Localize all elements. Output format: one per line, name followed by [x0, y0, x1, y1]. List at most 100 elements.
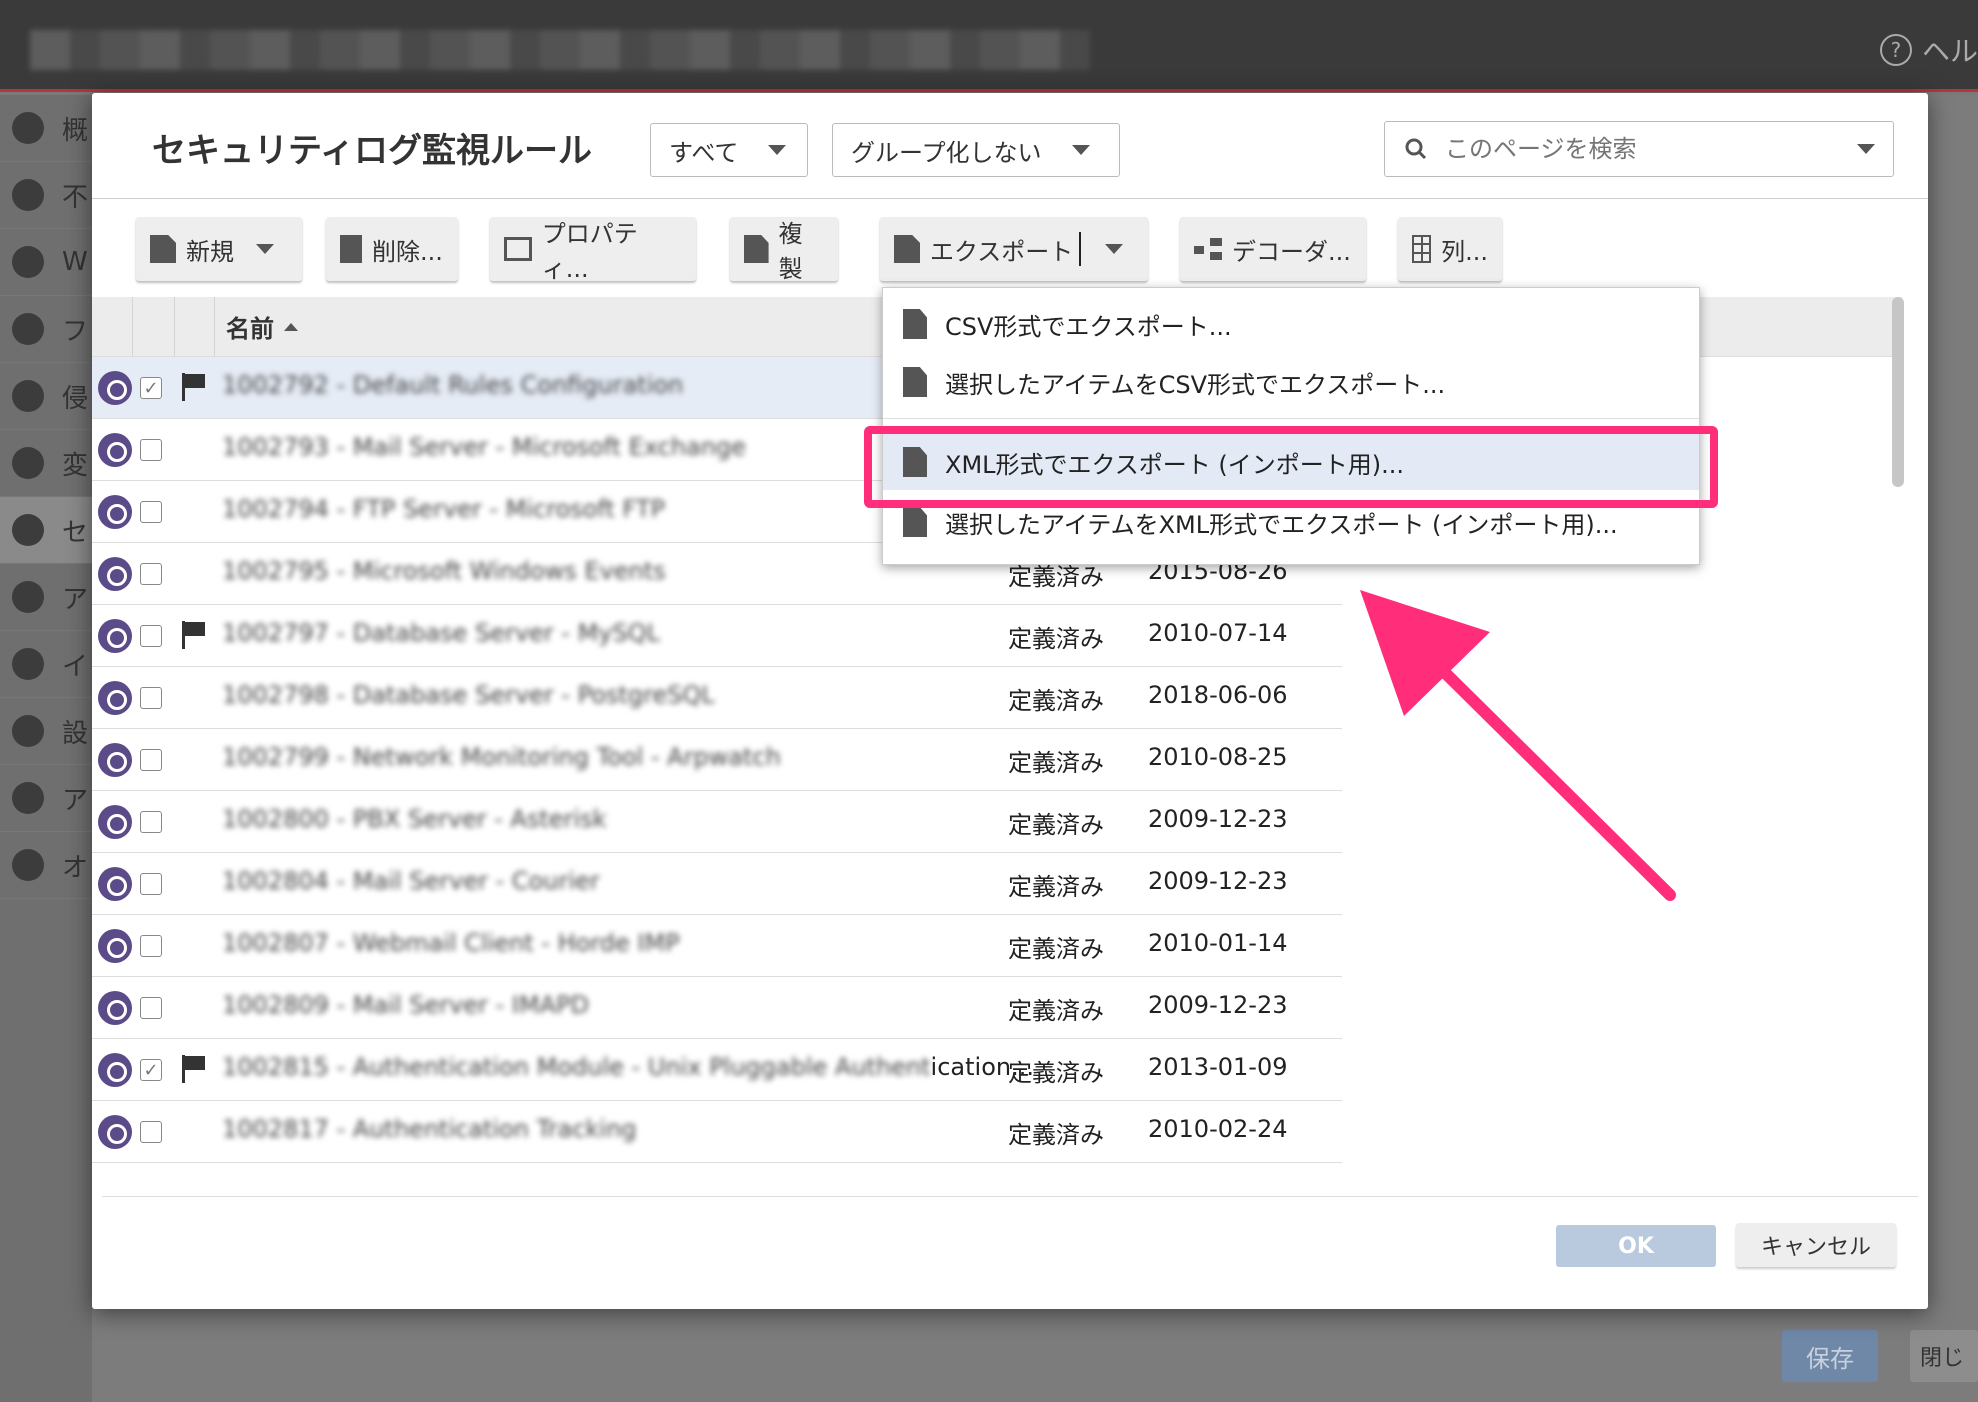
- nav-item[interactable]: ア: [0, 564, 92, 631]
- properties-button[interactable]: プロパティ...: [490, 217, 696, 283]
- firewall-icon: [12, 313, 44, 345]
- table-row[interactable]: 1002809 - Mail Server - IMAPD 定義済み 2009-12…: [92, 977, 1342, 1039]
- row-checkbox[interactable]: ✓: [140, 377, 162, 399]
- nav-item[interactable]: 不: [0, 162, 92, 229]
- columns-button[interactable]: 列...: [1398, 217, 1502, 281]
- rule-date: 2010-01-14: [1148, 929, 1288, 957]
- help-link[interactable]: ? ヘル: [1879, 30, 1978, 70]
- filter-dropdown[interactable]: すべて: [650, 123, 808, 177]
- chevron-down-icon[interactable]: [1857, 144, 1875, 154]
- columns-icon: [1412, 235, 1432, 263]
- nav-item[interactable]: フ: [0, 296, 92, 363]
- duplicate-button[interactable]: 複製: [730, 217, 838, 283]
- row-checkbox[interactable]: [140, 1121, 162, 1143]
- menu-item-label: 選択したアイテムをCSV形式でエクスポート...: [945, 370, 1446, 399]
- search-field[interactable]: [1384, 121, 1894, 177]
- row-checkbox[interactable]: [140, 439, 162, 461]
- row-checkbox[interactable]: [140, 625, 162, 647]
- rule-name: 1002798 - Database Server - PostgreSQL: [222, 681, 715, 709]
- new-button[interactable]: 新規: [136, 217, 302, 281]
- table-row[interactable]: 1002798 - Database Server - PostgreSQL 定義…: [92, 667, 1342, 729]
- group-dropdown[interactable]: グループ化しない: [832, 123, 1120, 177]
- export-icon: [903, 309, 927, 339]
- search-input[interactable]: [1445, 135, 1841, 163]
- rule-date: 2009-12-23: [1148, 991, 1288, 1019]
- menu-item-label: CSV形式でエクスポート...: [945, 312, 1232, 341]
- row-checkbox[interactable]: [140, 873, 162, 895]
- rule-name: 1002792 - Default Rules Configuration: [222, 371, 684, 399]
- nav-item[interactable]: W: [0, 229, 92, 296]
- log-rule-icon: [98, 929, 132, 963]
- rule-name: 1002793 - Mail Server - Microsoft Exchan…: [222, 433, 746, 461]
- nav-label: W: [62, 247, 88, 277]
- terminal-icon: [12, 581, 44, 613]
- log-rule-icon: [98, 867, 132, 901]
- rule-status: 定義済み: [1008, 625, 1104, 653]
- table-row[interactable]: 1002804 - Mail Server - Courier 定義済み 2009-…: [92, 853, 1342, 915]
- table-row[interactable]: 1002800 - PBX Server - Asterisk 定義済み 2009-…: [92, 791, 1342, 853]
- nav-item[interactable]: ア: [0, 765, 92, 832]
- row-checkbox[interactable]: [140, 811, 162, 833]
- row-checkbox[interactable]: [140, 501, 162, 523]
- properties-icon: [504, 237, 532, 261]
- table-row[interactable]: 1002807 - Webmail Client - Horde IMP 定義済み…: [92, 915, 1342, 977]
- background-save-button[interactable]: 保存: [1782, 1330, 1878, 1382]
- new-item-icon: [150, 235, 176, 263]
- nav-label: 侵: [62, 383, 89, 414]
- sort-ascending-icon: [284, 322, 298, 331]
- row-checkbox[interactable]: ✓: [140, 1059, 162, 1081]
- text-cursor-icon: [1079, 232, 1082, 266]
- nav-item[interactable]: イ: [0, 631, 92, 698]
- log-rule-icon: [98, 433, 132, 467]
- nav-label: 変: [62, 450, 89, 481]
- log-rule-icon: [98, 805, 132, 839]
- rule-name: 1002800 - PBX Server - Asterisk: [222, 805, 607, 833]
- trash-icon: [340, 235, 362, 263]
- column-divider: [132, 297, 133, 357]
- row-checkbox[interactable]: [140, 563, 162, 585]
- rule-status: 定義済み: [1008, 1121, 1104, 1149]
- nav-label: セ: [62, 517, 89, 548]
- row-checkbox[interactable]: [140, 749, 162, 771]
- rule-name: 1002815 - Authentication Module - Unix P…: [222, 1053, 1034, 1081]
- rule-name: 1002794 - FTP Server - Microsoft FTP: [222, 495, 665, 523]
- export-label: エクスポート: [930, 237, 1074, 266]
- nav-label: 設: [62, 718, 89, 749]
- cancel-button[interactable]: キャンセル: [1736, 1223, 1896, 1267]
- rule-date: 2013-01-09: [1148, 1053, 1288, 1081]
- nav-item[interactable]: 設: [0, 698, 92, 765]
- rule-status: 定義済み: [1008, 687, 1104, 715]
- chevron-down-icon: [768, 145, 787, 155]
- nav-item[interactable]: 侵: [0, 363, 92, 430]
- row-checkbox[interactable]: [140, 997, 162, 1019]
- table-row[interactable]: 1002799 - Network Monitoring Tool - Arpw…: [92, 729, 1342, 791]
- table-row[interactable]: 1002817 - Authentication Tracking 定義済み 201…: [92, 1101, 1342, 1163]
- nav-label: 概: [62, 115, 89, 146]
- table-row[interactable]: ✓ 1002815 - Authentication Module - Unix …: [92, 1039, 1342, 1101]
- row-checkbox[interactable]: [140, 687, 162, 709]
- chevron-down-icon: [1105, 244, 1124, 254]
- ok-button[interactable]: OK: [1556, 1225, 1716, 1267]
- log-rule-icon: [98, 557, 132, 591]
- columns-label: 列...: [1441, 237, 1488, 266]
- search-icon: [12, 514, 44, 546]
- table-row[interactable]: ✓ 1002792 - Default Rules Configuration: [92, 357, 882, 419]
- table-scrollbar[interactable]: [1892, 297, 1904, 487]
- nav-item-active[interactable]: セ: [0, 497, 92, 564]
- menu-item-export-csv[interactable]: CSV形式でエクスポート...: [883, 296, 1699, 352]
- rule-status: 定義済み: [1008, 749, 1104, 777]
- nav-item[interactable]: オ: [0, 832, 92, 899]
- row-checkbox[interactable]: [140, 935, 162, 957]
- delete-button[interactable]: 削除...: [326, 217, 458, 281]
- group-value: グループ化しない: [851, 138, 1042, 167]
- background-close-button[interactable]: 閉じ: [1910, 1330, 1978, 1382]
- name-column-header[interactable]: 名前: [226, 309, 298, 344]
- nav-item[interactable]: 変: [0, 430, 92, 497]
- rule-status: 定義済み: [1008, 873, 1104, 901]
- menu-item-export-selected-csv[interactable]: 選択したアイテムをCSV形式でエクスポート...: [883, 354, 1699, 410]
- decoder-button[interactable]: デコーダ...: [1180, 217, 1366, 281]
- nav-item[interactable]: 概: [0, 95, 92, 162]
- table-row[interactable]: 1002797 - Database Server - MySQL 定義済み 201…: [92, 605, 1342, 667]
- export-button[interactable]: エクスポート: [880, 217, 1148, 281]
- annotation-arrow: [1360, 590, 1676, 901]
